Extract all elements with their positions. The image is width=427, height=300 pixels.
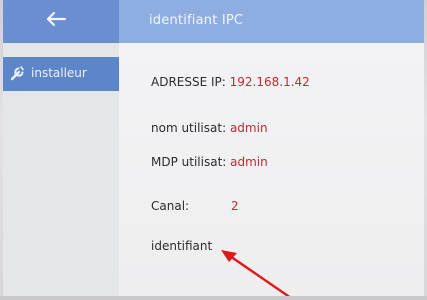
wrench-icon <box>10 66 24 81</box>
password-label: MDP utilisat: <box>151 155 227 169</box>
arrow-left-icon <box>46 11 67 27</box>
screen: identifiant IPC installeur ADRESSE IP: 1… <box>3 0 424 296</box>
back-button[interactable] <box>43 8 71 32</box>
channel-label: Canal: <box>151 199 190 213</box>
header-left <box>3 0 119 43</box>
settings-panel: ADRESSE IP: 192.168.1.42 nom utilisat: a… <box>119 43 424 296</box>
sidebar: installeur <box>3 43 119 296</box>
channel-row[interactable]: Canal: 2 <box>151 199 239 213</box>
page-title: identifiant IPC <box>149 13 244 28</box>
ip-address-label: ADRESSE IP: <box>151 75 226 89</box>
identifiant-row[interactable]: identifiant <box>151 239 212 253</box>
sidebar-item-installeur[interactable]: installeur <box>3 57 119 91</box>
bottom-bezel <box>0 296 427 300</box>
password-row[interactable]: MDP utilisat: admin <box>151 155 268 169</box>
username-row[interactable]: nom utilisat: admin <box>151 121 268 135</box>
identifiant-label: identifiant <box>151 239 213 253</box>
ip-address-value[interactable]: 192.168.1.42 <box>230 75 310 89</box>
sidebar-item-label: installeur <box>31 66 87 80</box>
username-label: nom utilisat: <box>151 121 227 135</box>
device-frame: identifiant IPC installeur ADRESSE IP: 1… <box>0 0 427 300</box>
ip-address-row[interactable]: ADRESSE IP: 192.168.1.42 <box>151 75 310 89</box>
username-value[interactable]: admin <box>230 121 268 135</box>
channel-value[interactable]: 2 <box>231 199 239 213</box>
password-value[interactable]: admin <box>230 155 268 169</box>
